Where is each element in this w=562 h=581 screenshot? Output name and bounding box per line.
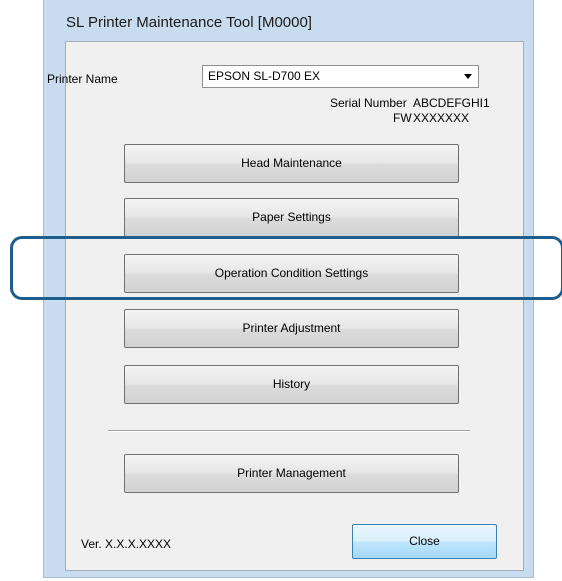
firmware-value: XXXXXXX <box>413 111 470 125</box>
paper-settings-button[interactable]: Paper Settings <box>124 198 459 237</box>
firmware-label: FW <box>393 111 412 125</box>
printer-name-select[interactable]: EPSON SL-D700 EX <box>202 65 479 88</box>
serial-number-label: Serial Number <box>330 96 407 110</box>
printer-management-button[interactable]: Printer Management <box>124 454 459 493</box>
divider <box>108 430 470 432</box>
version-label: Ver. X.X.X.XXXX <box>81 537 172 551</box>
serial-number-value: ABCDEFGHI1 <box>413 96 490 110</box>
printer-name-label: Printer Name <box>47 72 118 86</box>
history-button[interactable]: History <box>124 365 459 404</box>
operation-condition-settings-button[interactable]: Operation Condition Settings <box>124 254 459 293</box>
close-button[interactable]: Close <box>352 524 497 559</box>
dropdown-arrow-icon[interactable] <box>464 74 472 79</box>
window-title: SL Printer Maintenance Tool [M0000] <box>66 14 312 31</box>
printer-name-value: EPSON SL-D700 EX <box>208 69 321 83</box>
head-maintenance-button[interactable]: Head Maintenance <box>124 144 459 183</box>
printer-adjustment-button[interactable]: Printer Adjustment <box>124 309 459 348</box>
